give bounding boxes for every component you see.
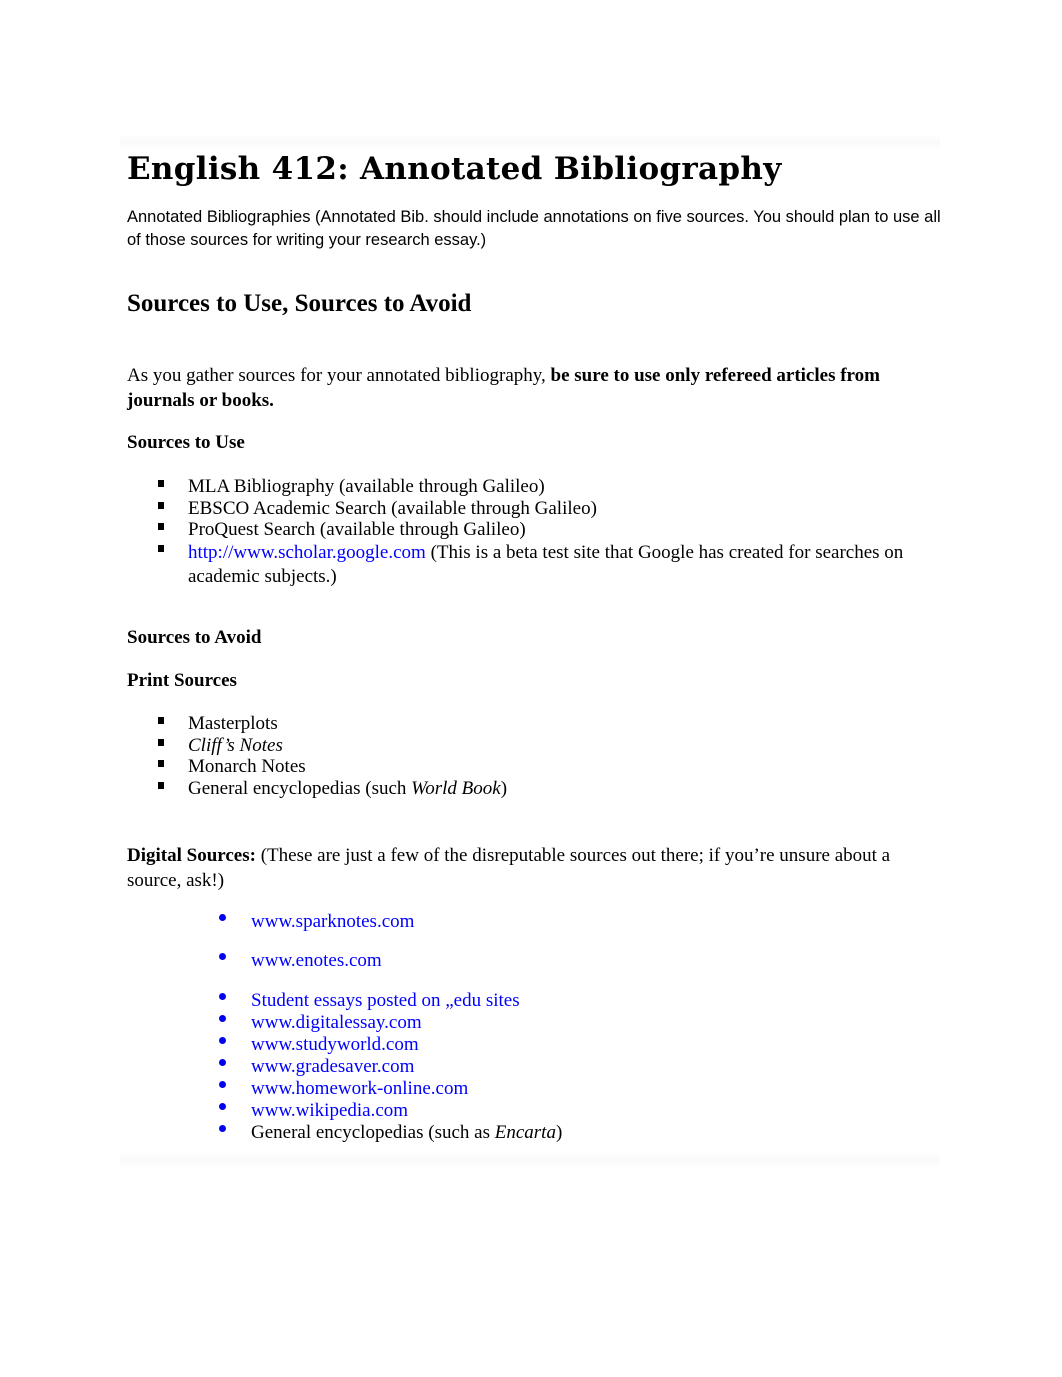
studyworld-link[interactable]: www.studyworld.com — [251, 1034, 419, 1055]
round-bullet-icon — [219, 993, 226, 1000]
section-heading: Sources to Use, Sources to Avoid — [127, 290, 472, 317]
list-item: Cliff’s Notes — [127, 735, 927, 757]
list-item: General encyclopedias (such as Encarta) — [127, 1122, 927, 1144]
student-essays-link[interactable]: Student essays posted on „edu sites — [251, 990, 520, 1011]
document-title: English 412: Annotated Bibliography — [127, 151, 782, 187]
google-scholar-link[interactable]: http://www.scholar.google.com — [188, 542, 426, 563]
list-item: EBSCO Academic Search (available through… — [127, 498, 927, 520]
square-bullet-icon — [158, 738, 164, 746]
square-bullet-icon — [158, 760, 164, 768]
gradesaver-link[interactable]: www.gradesaver.com — [251, 1056, 414, 1077]
intro-paragraph: Annotated Bibliographies (Annotated Bib.… — [127, 208, 941, 249]
list-item: www.enotes.com — [127, 950, 927, 972]
list-item-italic: Encarta — [494, 1122, 556, 1143]
enotes-link[interactable]: www.enotes.com — [251, 950, 382, 971]
list-item: ProQuest Search (available through Galil… — [127, 519, 927, 541]
list-item: MLA Bibliography (available through Gali… — [127, 476, 927, 498]
square-bullet-icon — [158, 523, 164, 531]
list-item: www.sparknotes.com — [127, 911, 927, 933]
print-sources-list: Masterplots Cliff’s Notes Monarch Notes … — [127, 713, 927, 800]
round-bullet-icon — [219, 1037, 226, 1044]
square-bullet-icon — [158, 782, 164, 790]
list-item: www.studyworld.com — [127, 1034, 927, 1056]
list-item-suffix: ) — [555, 1122, 563, 1143]
wikipedia-link[interactable]: www.wikipedia.com — [251, 1100, 408, 1121]
list-item: General encyclopedias (such World Book) — [127, 778, 927, 800]
list-item-text: Cliff’s Notes — [188, 734, 283, 756]
square-bullet-icon — [158, 545, 164, 553]
list-item: www.homework-online.com — [127, 1078, 927, 1100]
list-item-text: General encyclopedias (such — [188, 778, 412, 800]
homework-online-link[interactable]: www.homework-online.com — [251, 1078, 468, 1099]
sources-to-use-list: MLA Bibliography (available through Gali… — [127, 476, 927, 589]
list-item-italic: World Book — [411, 778, 501, 800]
list-item-text: ProQuest Search (available through Galil… — [188, 519, 526, 541]
guidance-lead: As you gather sources for your annotated… — [127, 365, 551, 386]
print-sources-heading: Print Sources — [127, 670, 237, 691]
sources-to-use-heading: Sources to Use — [127, 432, 245, 453]
round-bullet-icon — [219, 1125, 226, 1132]
round-bullet-icon — [219, 914, 226, 921]
list-item-text: Monarch Notes — [188, 756, 306, 778]
list-item-text: MLA Bibliography (available through Gali… — [188, 476, 545, 497]
square-bullet-icon — [158, 480, 164, 487]
list-item-suffix: ) — [500, 778, 508, 800]
sources-to-avoid-heading: Sources to Avoid — [127, 627, 262, 648]
digital-sources-heading: Digital Sources: — [127, 845, 256, 866]
list-item-text: Masterplots — [188, 713, 278, 734]
list-item: http://www.scholar.google.com (This is a… — [127, 541, 927, 589]
digital-sources-paragraph: Digital Sources: (These are just a few o… — [127, 843, 927, 893]
list-item: www.wikipedia.com — [127, 1100, 927, 1122]
digital-sources-list: www.sparknotes.com www.enotes.com Studen… — [127, 911, 927, 1144]
sparknotes-link[interactable]: www.sparknotes.com — [251, 911, 414, 932]
square-bullet-icon — [158, 501, 164, 509]
digitalessay-link[interactable]: www.digitalessay.com — [251, 1012, 422, 1033]
round-bullet-icon — [219, 1059, 226, 1066]
list-item: Monarch Notes — [127, 756, 927, 778]
list-item-text: EBSCO Academic Search (available through… — [188, 497, 597, 519]
round-bullet-icon — [219, 953, 226, 960]
guidance-paragraph: As you gather sources for your annotated… — [127, 363, 927, 413]
list-item: Student essays posted on „edu sites — [127, 990, 927, 1012]
square-bullet-icon — [158, 717, 164, 724]
round-bullet-icon — [219, 1015, 226, 1022]
bottom-shaded-band — [120, 1152, 940, 1168]
round-bullet-icon — [219, 1081, 226, 1088]
round-bullet-icon — [219, 1103, 226, 1110]
list-item-text: General encyclopedias (such as — [251, 1122, 495, 1143]
list-item: www.gradesaver.com — [127, 1056, 927, 1078]
top-shaded-band — [120, 134, 940, 150]
list-item: Masterplots — [127, 713, 927, 735]
list-item: www.digitalessay.com — [127, 1012, 927, 1034]
